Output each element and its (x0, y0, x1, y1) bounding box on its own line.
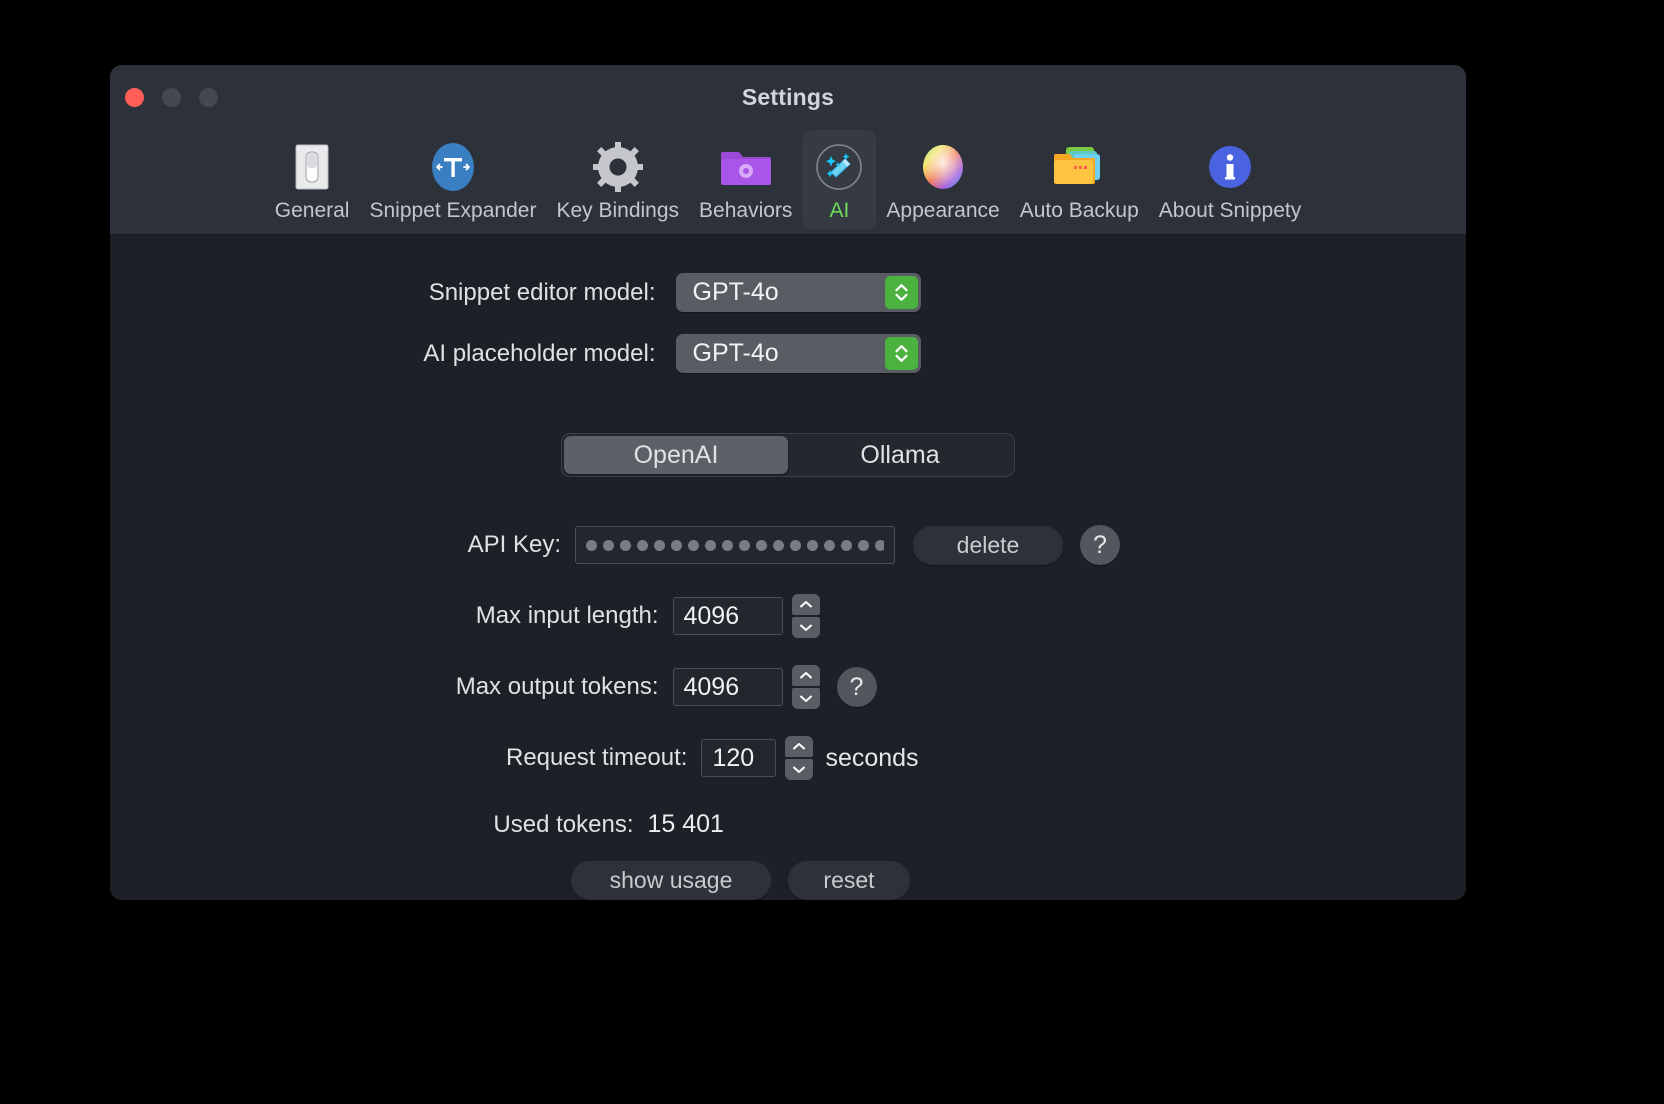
gear-icon (591, 140, 645, 194)
tab-label: General (274, 199, 350, 222)
tab-label: About Snippety (1158, 199, 1302, 222)
tab-about-snippety[interactable]: About Snippety (1149, 130, 1311, 229)
tab-general[interactable]: General (265, 130, 360, 229)
stepper-up-icon[interactable] (791, 665, 820, 686)
tab-snippet-expander[interactable]: Snippet Expander (359, 130, 546, 229)
stepper-up-icon[interactable] (791, 594, 820, 615)
tab-key-bindings[interactable]: Key Bindings (546, 130, 689, 229)
segment-ollama[interactable]: Ollama (788, 436, 1012, 474)
settings-toolbar: General Snippet Expander Key Bindings Be… (110, 128, 1466, 235)
info-icon (1203, 140, 1257, 194)
snippet-editor-model-label: Snippet editor model: (428, 278, 656, 306)
request-timeout-stepper[interactable] (785, 736, 814, 780)
stepper-down-icon[interactable] (791, 617, 820, 638)
tab-ai[interactable]: AI (802, 130, 877, 229)
stepper-down-icon[interactable] (785, 759, 814, 780)
max-output-tokens-stepper[interactable] (791, 665, 820, 709)
tab-label: Snippet Expander (369, 199, 537, 222)
ai-placeholder-model-row: AI placeholder model: GPT-4o (110, 334, 1466, 373)
max-output-tokens-input[interactable]: 4096 (672, 668, 783, 706)
max-output-tokens-row: Max output tokens: 4096 ? (110, 665, 1466, 709)
tab-appearance[interactable]: Appearance (876, 130, 1009, 229)
request-timeout-input[interactable]: 120 (701, 739, 777, 777)
provider-segmented-control-row: OpenAI Ollama (110, 433, 1466, 477)
api-key-help-button[interactable]: ? (1080, 525, 1120, 565)
max-output-tokens-label: Max output tokens: (455, 673, 659, 700)
title-bar: Settings (110, 65, 1466, 128)
used-tokens-value: 15 401 (647, 810, 724, 838)
magic-wand-icon (812, 140, 866, 194)
chevron-updown-icon[interactable] (884, 276, 918, 309)
max-output-tokens-help-button[interactable]: ? (836, 667, 877, 707)
folder-stack-icon (1052, 140, 1106, 194)
used-tokens-row: Used tokens: 15 401 (110, 810, 1466, 839)
max-input-length-input[interactable]: 4096 (672, 597, 783, 635)
folder-gear-icon (719, 140, 773, 194)
max-input-length-row: Max input length: 4096 (110, 594, 1466, 638)
tab-label: Key Bindings (556, 199, 680, 222)
tab-label: Appearance (886, 199, 1000, 222)
tab-auto-backup[interactable]: Auto Backup (1010, 130, 1149, 229)
ai-placeholder-model-select[interactable]: GPT-4o (675, 334, 921, 373)
used-tokens-label: Used tokens: (493, 810, 634, 838)
tab-label: Behaviors (699, 199, 793, 222)
segment-openai[interactable]: OpenAI (564, 436, 788, 474)
max-input-length-label: Max input length: (475, 602, 659, 629)
masked-api-key-value (586, 539, 884, 551)
api-key-row: API Key: delete ? (110, 525, 1466, 565)
max-input-length-stepper[interactable] (791, 594, 820, 638)
ai-placeholder-model-label: AI placeholder model: (423, 339, 656, 367)
snippet-editor-model-select[interactable]: GPT-4o (675, 273, 921, 312)
tab-label: Auto Backup (1019, 199, 1139, 222)
request-timeout-row: Request timeout: 120 seconds (110, 736, 1466, 780)
stepper-up-icon[interactable] (785, 736, 814, 757)
text-expand-icon (426, 140, 480, 194)
api-key-label: API Key: (467, 531, 561, 558)
show-usage-button[interactable]: show usage (571, 861, 771, 900)
usage-actions-row: show usage reset (110, 861, 1466, 900)
chevron-updown-icon[interactable] (884, 337, 918, 370)
toggle-switch-icon (285, 140, 339, 194)
request-timeout-unit-label: seconds (825, 743, 919, 772)
reset-button[interactable]: reset (788, 861, 910, 900)
ai-settings-panel: Snippet editor model: GPT-4o AI placehol… (110, 235, 1466, 900)
tab-behaviors[interactable]: Behaviors (689, 130, 802, 229)
snippet-editor-model-value: GPT-4o (692, 278, 779, 306)
api-key-input[interactable] (575, 526, 895, 564)
page-title: Settings (741, 84, 835, 110)
settings-window: Settings General Snippet Expander Key Bi… (110, 65, 1466, 900)
provider-segmented-control[interactable]: OpenAI Ollama (561, 433, 1015, 477)
snippet-editor-model-row: Snippet editor model: GPT-4o (110, 273, 1466, 312)
request-timeout-label: Request timeout: (506, 744, 688, 771)
delete-api-key-button[interactable]: delete (913, 525, 1063, 565)
ai-placeholder-model-value: GPT-4o (692, 339, 779, 367)
tab-label: AI (829, 199, 850, 222)
color-wheel-icon (916, 140, 970, 194)
stepper-down-icon[interactable] (791, 688, 820, 709)
